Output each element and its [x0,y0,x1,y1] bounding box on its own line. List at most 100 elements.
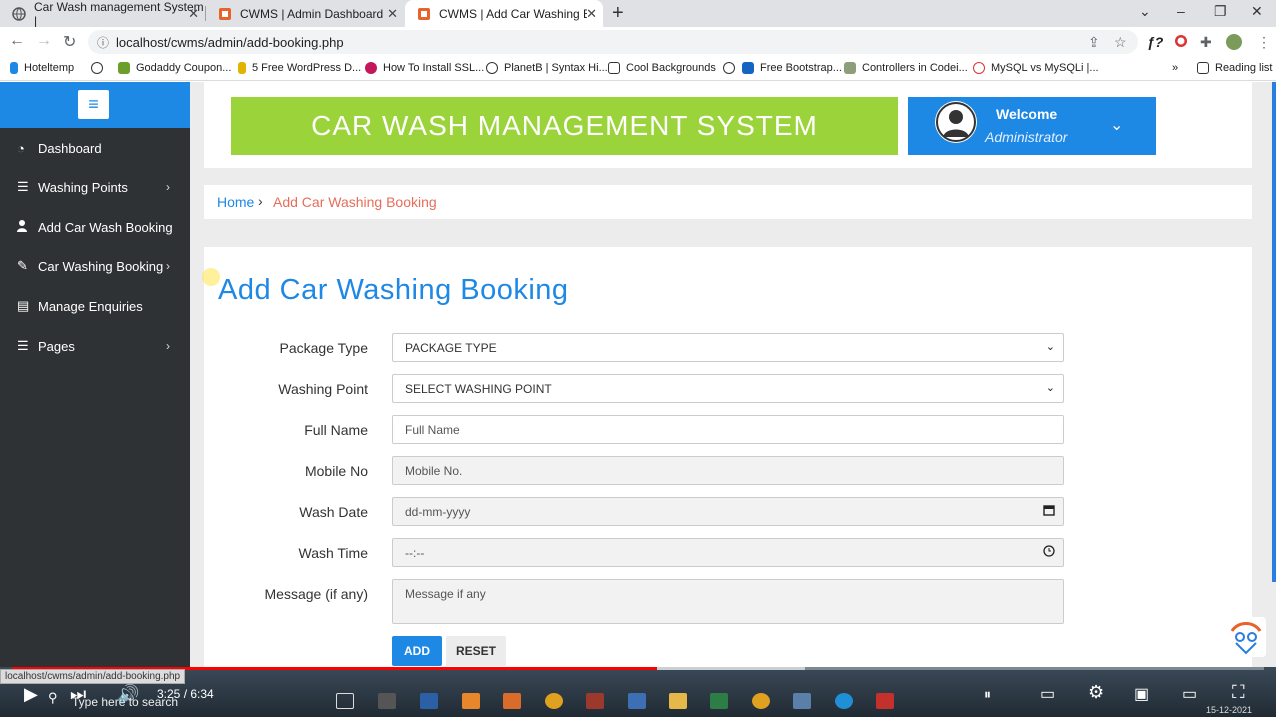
calendar-icon[interactable] [1043,504,1055,519]
bookmark-item[interactable] [723,62,741,74]
bookmark-item[interactable]: 5 Free WordPress D... [238,62,361,74]
bookmark-star-icon[interactable]: ☆ [1114,34,1127,51]
url-field[interactable]: ⓘ localhost/cwms/admin/add-booking.php [88,30,1138,54]
extensions-puzzle-icon[interactable]: ✚ [1200,34,1212,51]
booking-form: Add Car Washing Booking Package Type PAC… [204,247,1252,667]
list-icon: ☰ [17,179,29,194]
sidebar-item-manage-enquiries[interactable]: ▤ Manage Enquiries [0,286,190,326]
color-extension-icon[interactable] [1174,34,1188,51]
sidebar-item-label: Car Washing Booking [38,258,164,274]
close-icon[interactable]: ✕ [586,6,597,22]
full-name-input[interactable]: Full Name [392,415,1064,444]
reload-icon[interactable]: ↻ [63,32,76,52]
sidebar-item-add-booking[interactable]: Add Car Wash Booking [0,207,190,247]
bookmark-favicon-icon [10,62,18,74]
window-close-icon[interactable]: ✕ [1251,3,1263,20]
bookmark-item[interactable]: Controllers in Codei... [844,62,968,74]
chrome-icon[interactable] [545,693,563,709]
bookmark-item[interactable]: Cool Backgrounds [608,62,716,74]
bookmark-favicon-icon [973,62,985,74]
washing-point-select[interactable]: SELECT WASHING POINT ⌄ [392,374,1064,403]
tab-add-booking[interactable]: CWMS | Add Car Washing Bookin ✕ [405,0,603,27]
fullscreen-icon[interactable]: ⛶ [1232,682,1245,703]
edge-icon[interactable] [835,693,853,709]
bookmark-item[interactable] [91,62,109,74]
package-type-value: PACKAGE TYPE [405,341,497,355]
new-tab-icon[interactable]: + [612,2,624,25]
share-icon[interactable]: ⇪ [1088,34,1100,51]
page-scrollbar[interactable] [1272,82,1276,582]
reset-button[interactable]: RESET [446,636,506,666]
close-icon[interactable]: ✕ [188,6,199,22]
taskbar-search[interactable]: Type here to search [72,695,178,709]
app-icon[interactable] [503,693,521,709]
sidebar-item-car-washing-booking[interactable]: ✎ Car Washing Booking › [0,246,190,286]
sidebar-item-dashboard[interactable]: ◔ Dashboard [0,128,190,168]
bookmark-item[interactable]: Godaddy Coupon... [118,62,231,74]
breadcrumb-home-link[interactable]: Home [217,194,254,210]
app-icon[interactable] [420,693,438,709]
bookmark-item[interactable]: Free Bootstrap... [742,62,842,74]
main-content: CAR WASH MANAGEMENT SYSTEM Welcome Admin… [190,82,1276,667]
xampp-icon[interactable] [586,693,604,709]
back-icon[interactable]: ← [9,32,25,50]
autoplay-toggle-icon[interactable]: ⏸ [984,686,991,703]
bookmark-item[interactable]: How To Install SSL... [365,62,484,74]
menu-kebab-icon[interactable]: ⋮ [1257,34,1271,51]
chrome-icon[interactable] [752,693,770,709]
bookmark-item[interactable]: MySQL vs MySQLi |... [973,62,1099,74]
mobile-input[interactable]: Mobile No. [392,456,1064,485]
user-menu[interactable]: Welcome Administrator ⌄ [908,97,1156,155]
tab-admin-dashboard[interactable]: CWMS | Admin Dashboard ✕ [206,0,404,27]
page-favicon-icon [218,7,232,21]
tab-car-wash-system[interactable]: Car Wash management System | ✕ [0,0,205,28]
package-type-select[interactable]: PACKAGE TYPE ⌄ [392,333,1064,362]
hamburger-menu-icon[interactable]: ≡ [78,90,109,119]
app-icon[interactable] [628,693,646,709]
wash-time-label: Wash Time [298,545,369,561]
bookmark-label: Free Bootstrap... [760,62,842,74]
sublime-icon[interactable] [462,693,480,709]
maximize-icon[interactable]: ❐ [1214,3,1227,20]
wash-time-input[interactable]: --:-- [392,538,1064,567]
miniplayer-icon[interactable]: ▣ [1134,684,1149,704]
app-icon[interactable] [793,693,811,709]
system-banner: CAR WASH MANAGEMENT SYSTEM [231,97,898,155]
washing-point-label: Washing Point [278,381,368,397]
fx-extension-icon[interactable]: ƒ? [1147,34,1163,50]
profile-avatar-icon[interactable] [1226,34,1242,53]
add-button[interactable]: ADD [392,636,442,666]
task-view-icon[interactable] [336,693,354,709]
info-icon[interactable]: ⓘ [97,34,109,51]
reading-list-button[interactable]: Reading list [1197,62,1272,74]
search-icon[interactable]: ⚲ [48,690,58,706]
close-icon[interactable]: ✕ [387,6,398,22]
app-icon[interactable] [378,693,396,709]
file-explorer-icon[interactable] [669,693,687,709]
minimize-icon[interactable]: – [1177,3,1185,19]
sidebar-item-label: Manage Enquiries [38,298,143,314]
channel-logo[interactable] [1226,617,1266,657]
wash-date-input[interactable]: dd-mm-yyyy [392,497,1064,526]
clock-icon[interactable] [1043,545,1055,560]
reading-list-icon [1197,62,1209,74]
forward-icon[interactable]: → [36,32,52,50]
play-icon[interactable]: ▶ [24,684,38,705]
bookmark-label: PlanetB | Syntax Hi... [504,62,608,74]
bookmark-item[interactable]: Hoteltemp [10,62,74,74]
excel-icon[interactable] [710,693,728,709]
chevron-down-icon[interactable]: ⌄ [1110,115,1123,135]
globe-icon [91,62,103,74]
more-bookmarks-icon[interactable]: » [1172,62,1178,74]
sidebar-item-washing-points[interactable]: ☰ Washing Points › [0,167,190,207]
message-textarea[interactable]: Message if any [392,579,1064,624]
sidebar-item-pages[interactable]: ☰ Pages › [0,326,190,366]
tab-search-icon[interactable]: ⌄ [1139,3,1151,20]
page-title: Add Car Washing Booking [218,274,569,306]
bookmark-favicon-icon [844,62,856,74]
theater-mode-icon[interactable]: ▭ [1182,684,1197,704]
subtitles-icon[interactable]: ▭ [1040,684,1055,704]
bookmark-item[interactable]: PlanetB | Syntax Hi... [486,62,608,74]
app-icon[interactable] [876,693,894,709]
settings-gear-icon[interactable]: ⚙ [1088,682,1104,703]
